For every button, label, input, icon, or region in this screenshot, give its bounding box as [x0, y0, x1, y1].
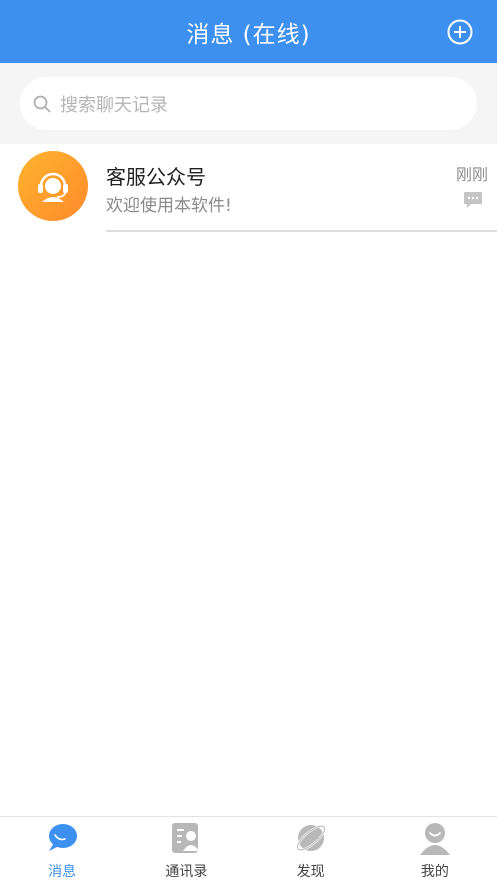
planet-icon [294, 821, 328, 855]
tab-label: 通讯录 [165, 864, 208, 880]
tab-label: 消息 [48, 864, 77, 880]
tab-discover[interactable]: 发现 [249, 817, 373, 883]
tab-contacts[interactable]: 通讯录 [124, 817, 248, 883]
conversation-preview: 欢迎使用本软件! [106, 196, 232, 216]
search-input[interactable]: 搜索聊天记录 [20, 77, 477, 130]
conversation-name: 客服公众号 [106, 165, 206, 189]
search-placeholder: 搜索聊天记录 [60, 94, 168, 116]
conversation-time: 刚刚 [455, 165, 488, 184]
divider [106, 230, 497, 232]
customer-service-headset-icon [38, 172, 68, 202]
conversation-item[interactable]: 客服公众号 欢迎使用本软件! 刚刚 [0, 144, 497, 232]
bottom-tab-bar: 消息 通讯录 发现 我的 [0, 816, 497, 883]
tab-messages[interactable]: 消息 [0, 817, 124, 883]
chat-bubble-icon [45, 821, 79, 855]
tab-label: 我的 [420, 864, 449, 880]
top-header: 消息 (在线) [0, 0, 497, 63]
user-profile-icon [418, 821, 452, 855]
tab-label: 发现 [296, 864, 325, 880]
message-bubble-icon [463, 191, 483, 209]
search-area: 搜索聊天记录 [0, 63, 497, 144]
tab-profile[interactable]: 我的 [373, 817, 497, 883]
avatar [18, 151, 88, 221]
search-icon [32, 94, 52, 114]
contacts-book-icon [169, 821, 203, 855]
page-title: 消息 (在线) [186, 21, 311, 48]
plus-circle-icon[interactable] [447, 19, 473, 45]
